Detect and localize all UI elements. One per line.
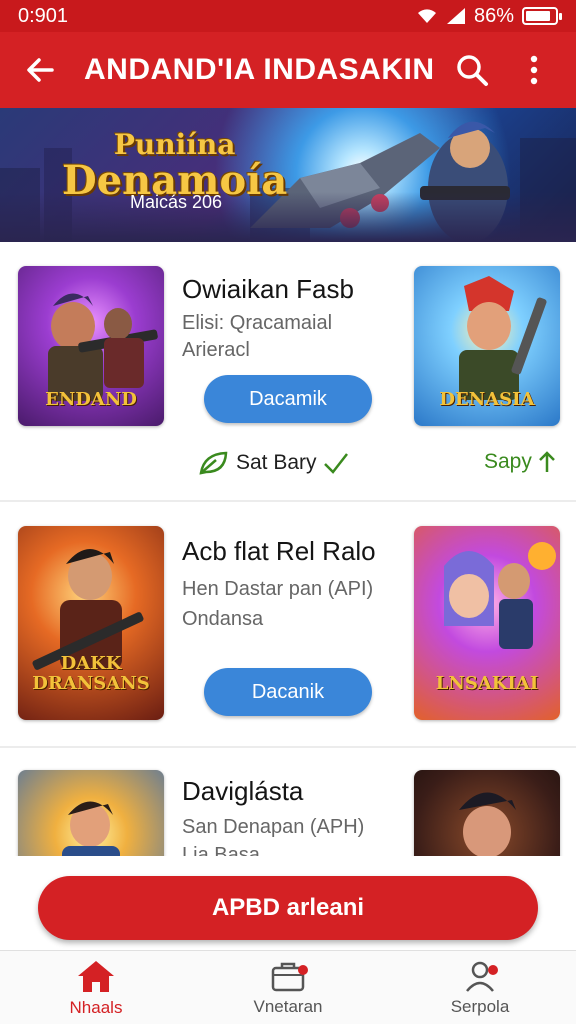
banner-subtitle: Maicás 206	[130, 192, 223, 212]
wifi-icon	[417, 9, 436, 23]
arrow-left-icon	[27, 58, 54, 82]
back-button[interactable]	[18, 48, 62, 92]
game-title: Owiaikan Fasb	[182, 274, 354, 304]
nav-item-label: Vnetaran	[253, 996, 323, 1016]
bottom-nav: Nhaals Vnetaran Serpola	[0, 950, 576, 1024]
notification-dot	[488, 965, 498, 975]
game-meta-line1: Elisi: Qracamaial	[182, 312, 333, 334]
nav-item-label: Nhaals	[69, 997, 123, 1017]
game-card[interactable]: Daviglásta San Denapan (APH) Lia Basa	[0, 748, 576, 858]
game-thumbnail-left[interactable]: DAKK DRANSANS	[18, 526, 164, 720]
page-title: ANDAND'IA INDASAKIN	[84, 53, 435, 86]
download-button[interactable]: Dacamik	[204, 375, 372, 423]
status-tag-label: Sat Bary	[236, 451, 317, 474]
notification-dot	[298, 965, 308, 975]
more-options-button[interactable]	[510, 46, 558, 94]
banner-title-top: Puniína	[113, 128, 236, 161]
nav-item-profile[interactable]: Serpola	[384, 951, 576, 1024]
nav-item-business[interactable]: Vnetaran	[192, 951, 384, 1024]
thumbnail-caption: ENDAND	[45, 389, 137, 410]
status-bar: 0:901 86%	[0, 0, 576, 32]
status-icons: 86%	[416, 4, 562, 28]
leaf-icon	[199, 451, 228, 475]
briefcase-icon	[271, 962, 305, 991]
game-meta-line2: Arieracl	[182, 339, 250, 361]
game-meta-line1: Hen Dastar pan (API)	[182, 578, 374, 600]
game-thumbnail-right[interactable]: DENASIA	[414, 266, 560, 426]
game-meta-line1: San Denapan (APH)	[182, 816, 365, 838]
search-button[interactable]	[448, 46, 496, 94]
check-icon	[323, 453, 348, 474]
nav-item-home[interactable]: Nhaals	[0, 951, 192, 1024]
game-thumbnail-right[interactable]: LNSAKIAI	[414, 526, 560, 720]
character-art	[459, 792, 516, 858]
thumbnail-caption: LNSAKIAI	[435, 673, 539, 694]
home-icon	[78, 960, 114, 992]
game-card[interactable]: DAKK DRANSANS Acb flat Rel Ralo Hen Dast…	[0, 502, 576, 742]
primary-action-button[interactable]: APBD arleani	[38, 876, 538, 940]
game-thumbnail-left[interactable]: ENDAND	[18, 266, 164, 426]
search-icon	[457, 55, 488, 86]
status-tag-label: Sapy	[484, 450, 532, 473]
promo-banner[interactable]: Puniína Denamoía Maicás 206	[0, 108, 576, 242]
app-screen: 0:901 86% ANDAND'IA INDASAKIN Puniína De…	[0, 0, 576, 1024]
battery-percent: 86%	[473, 4, 514, 27]
more-vertical-icon	[530, 55, 538, 85]
app-bar: ANDAND'IA INDASAKIN	[0, 32, 576, 108]
download-button[interactable]: Dacanik	[204, 668, 372, 716]
game-title: Acb flat Rel Ralo	[182, 536, 376, 566]
thumbnail-caption: DENASIA	[439, 389, 535, 410]
signal-icon	[446, 8, 465, 24]
thumbnail-caption: DAKK DRANSANS	[32, 653, 150, 694]
game-meta-line2: Ondansa	[182, 608, 264, 630]
profile-icon	[466, 961, 494, 992]
status-tag-left[interactable]: Sat Bary	[198, 450, 349, 476]
game-title: Daviglásta	[182, 776, 304, 806]
nav-item-label: Serpola	[450, 996, 510, 1016]
game-card[interactable]: ENDAND Owiaikan Fasb Elisi: Qracamaial A…	[0, 242, 576, 498]
character-art	[62, 801, 120, 858]
status-time: 0:901	[18, 4, 69, 27]
game-thumbnail-right[interactable]	[414, 770, 560, 858]
arrow-up-icon	[538, 451, 555, 472]
battery-icon	[522, 7, 562, 25]
game-thumbnail-left[interactable]	[18, 770, 164, 858]
status-tag-right[interactable]: Sapy	[484, 450, 556, 474]
